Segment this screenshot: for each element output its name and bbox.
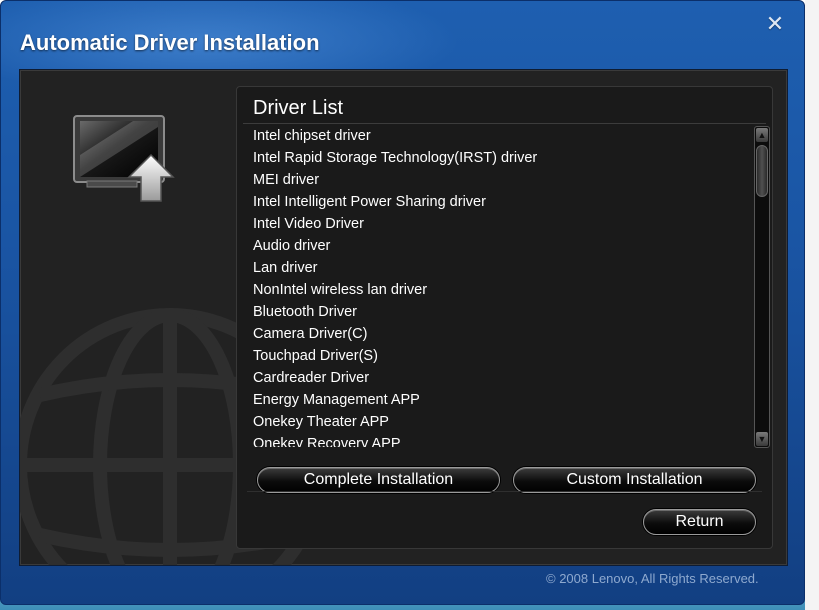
list-item[interactable]: Intel Rapid Storage Technology(IRST) dri… bbox=[247, 147, 754, 169]
list-item[interactable]: Intel Video Driver bbox=[247, 213, 754, 235]
window-title: Automatic Driver Installation bbox=[20, 30, 320, 55]
scroll-down-arrow-icon[interactable]: ▼ bbox=[756, 432, 768, 446]
scrollbar-thumb[interactable] bbox=[756, 145, 768, 197]
desktop-background-right bbox=[805, 0, 819, 610]
copyright-text: © 2008 Lenovo, All Rights Reserved. bbox=[546, 571, 759, 586]
list-item[interactable]: Cardreader Driver bbox=[247, 367, 754, 389]
installer-window: Automatic Driver Installation ✕ Driver L… bbox=[0, 0, 805, 605]
list-item[interactable]: Onekey Theater APP bbox=[247, 411, 754, 433]
scroll-up-arrow-icon[interactable]: ▲ bbox=[756, 128, 768, 142]
list-item[interactable]: MEI driver bbox=[247, 169, 754, 191]
list-item[interactable]: Touchpad Driver(S) bbox=[247, 345, 754, 367]
list-item[interactable]: Lan driver bbox=[247, 257, 754, 279]
driver-list[interactable]: Intel chipset driver Intel Rapid Storage… bbox=[247, 125, 754, 447]
panel-title: Driver List bbox=[253, 97, 344, 119]
custom-installation-button[interactable]: Custom Installation bbox=[513, 467, 756, 493]
driver-list-panel: Driver List Intel chipset driver Intel R… bbox=[236, 86, 773, 549]
list-item[interactable]: Intel chipset driver bbox=[247, 125, 754, 147]
monitor-upload-icon bbox=[73, 115, 175, 202]
close-icon[interactable]: ✕ bbox=[761, 11, 789, 37]
divider bbox=[247, 491, 762, 492]
list-item[interactable]: Intel Intelligent Power Sharing driver bbox=[247, 191, 754, 213]
return-button[interactable]: Return bbox=[643, 509, 756, 535]
list-item[interactable]: Energy Management APP bbox=[247, 389, 754, 411]
complete-installation-button[interactable]: Complete Installation bbox=[257, 467, 500, 493]
list-item[interactable]: Bluetooth Driver bbox=[247, 301, 754, 323]
list-item[interactable]: NonIntel wireless lan driver bbox=[247, 279, 754, 301]
divider bbox=[243, 123, 766, 124]
list-scrollbar[interactable]: ▲ ▼ bbox=[754, 126, 770, 448]
list-item[interactable]: Camera Driver(C) bbox=[247, 323, 754, 345]
list-item[interactable]: Audio driver bbox=[247, 235, 754, 257]
list-item[interactable]: Onekey Recovery APP bbox=[247, 433, 754, 447]
content-area: Driver List Intel chipset driver Intel R… bbox=[19, 69, 788, 566]
